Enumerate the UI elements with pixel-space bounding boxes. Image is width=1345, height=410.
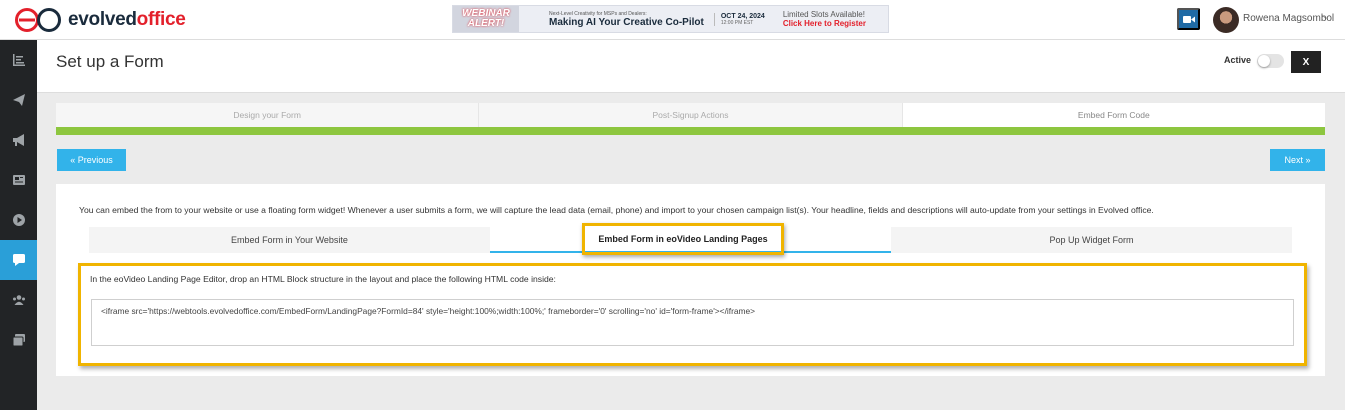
tab-highlight-annotation[interactable]: Embed Form in eoVideo Landing Pages [582, 223, 784, 255]
previous-button[interactable]: « Previous [57, 149, 126, 171]
tab-popup-widget[interactable]: Pop Up Widget Form [891, 227, 1292, 253]
sidebar [0, 40, 37, 410]
paper-plane-icon [12, 94, 25, 106]
step-embed-code[interactable]: Embed Form Code [902, 103, 1325, 127]
embed-code-box: In the eoVideo Landing Page Editor, drop… [78, 263, 1307, 366]
eo-logo-mark [15, 8, 61, 32]
user-name[interactable]: Rowena Magsombol [1243, 13, 1334, 24]
chevron-down-icon[interactable]: ⌵ [1322, 11, 1330, 22]
step-design-form[interactable]: Design your Form [56, 103, 480, 127]
active-toggle[interactable] [1257, 54, 1284, 68]
embed-instruction: In the eoVideo Landing Page Editor, drop… [90, 274, 556, 284]
sidebar-item-reports[interactable] [0, 40, 37, 80]
active-label: Active [1224, 55, 1252, 65]
chart-icon [12, 54, 25, 66]
sidebar-item-forms[interactable] [0, 240, 37, 280]
webinar-alert-badge: WEBINAR ALERT! [453, 6, 519, 32]
sidebar-item-campaigns[interactable] [0, 80, 37, 120]
play-icon [12, 214, 25, 226]
users-icon [12, 295, 25, 305]
sidebar-item-announcements[interactable] [0, 120, 37, 160]
video-call-button[interactable] [1177, 8, 1200, 30]
top-header: evolvedoffice WEBINAR ALERT! Next-Level … [0, 0, 1345, 40]
sidebar-item-media[interactable] [0, 320, 37, 360]
banner-register-cta[interactable]: Limited Slots Available! Click Here to R… [783, 10, 866, 28]
brand-logo[interactable]: evolvedoffice [14, 7, 186, 33]
chat-icon [12, 254, 25, 266]
brand-name: evolvedoffice [68, 9, 186, 30]
sidebar-item-contacts[interactable] [0, 280, 37, 320]
embed-panel: You can embed the from to your website o… [56, 184, 1325, 376]
banner-headline: Next-Level Creativity for MSPs and Deale… [549, 11, 704, 28]
next-button[interactable]: Next » [1270, 149, 1325, 171]
video-camera-icon [1182, 15, 1195, 23]
gallery-icon [12, 334, 25, 347]
form-steps: Design your Form Post-Signup Actions Emb… [56, 103, 1325, 127]
banner-title: Making AI Your Creative Co-Pilot [549, 16, 704, 28]
tab-embed-landing-pages-label: Embed Form in eoVideo Landing Pages [598, 234, 768, 244]
sidebar-item-newsletters[interactable] [0, 160, 37, 200]
step-post-signup[interactable]: Post-Signup Actions [479, 103, 903, 127]
progress-bar [56, 127, 1325, 135]
webinar-banner[interactable]: WEBINAR ALERT! Next-Level Creativity for… [452, 5, 889, 33]
user-avatar[interactable] [1213, 7, 1239, 33]
page-header: Set up a Form Active X [37, 40, 1345, 93]
megaphone-icon [12, 134, 24, 146]
page-title: Set up a Form [56, 52, 164, 71]
banner-date: OCT 24, 2024 12:00 PM EST [713, 12, 765, 26]
embed-code-textarea[interactable]: <iframe src='https://webtools.evolvedoff… [91, 299, 1294, 346]
tab-embed-website[interactable]: Embed Form in Your Website [89, 227, 490, 253]
sidebar-item-videos[interactable] [0, 200, 37, 240]
intro-text: You can embed the from to your website o… [79, 205, 1154, 215]
close-button[interactable]: X [1291, 51, 1321, 73]
newspaper-icon [12, 175, 25, 185]
